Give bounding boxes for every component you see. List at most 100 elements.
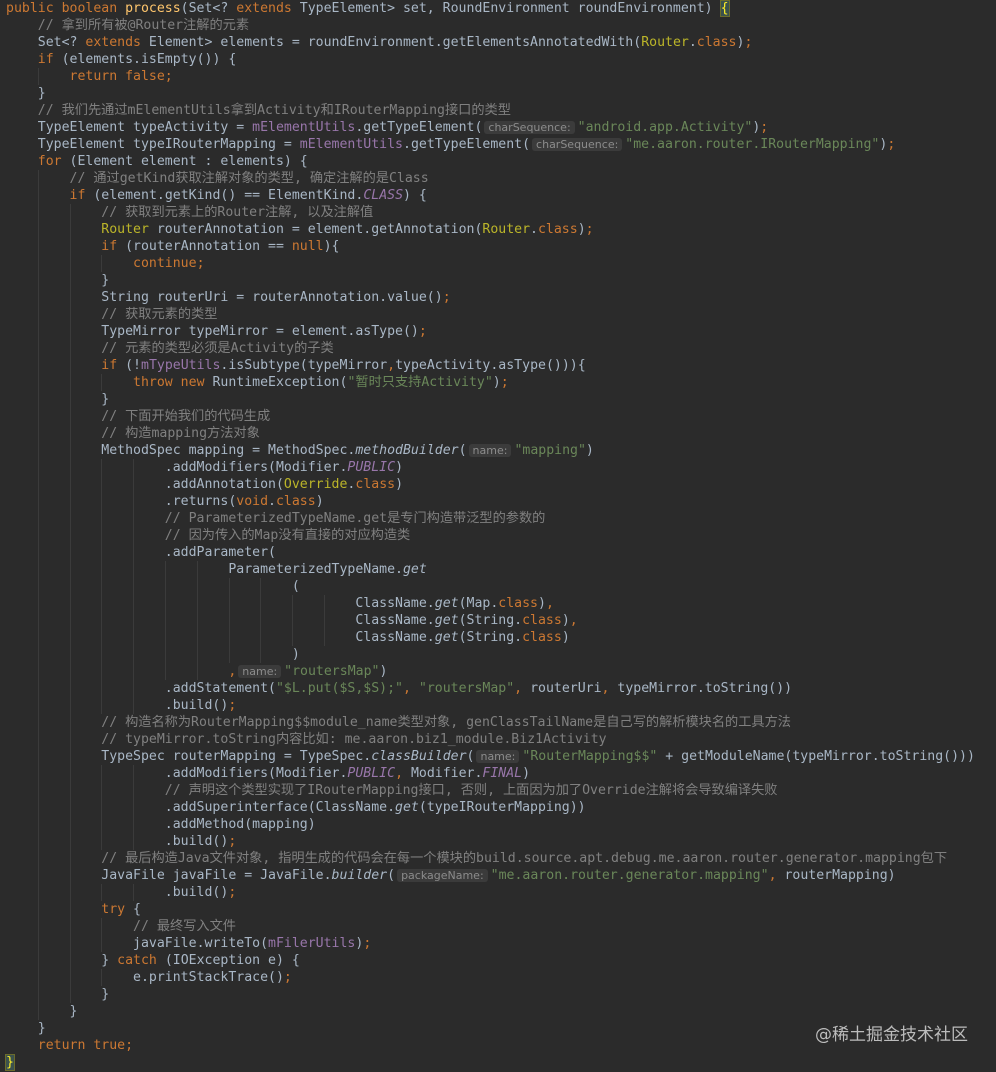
indent-guide xyxy=(101,833,103,850)
code-line[interactable]: return false; xyxy=(6,68,996,85)
code-line[interactable]: javaFile.writeTo(mFilerUtils); xyxy=(6,935,996,952)
code-token: ) xyxy=(492,375,501,390)
code-line[interactable]: TypeMirror typeMirror = element.asType()… xyxy=(6,323,996,340)
code-line[interactable]: .addStatement("$L.put($S,$S);", "routers… xyxy=(6,680,996,697)
code-line[interactable]: } xyxy=(6,391,996,408)
code-line[interactable]: ClassName.get(String.class) xyxy=(6,629,996,646)
code-line[interactable]: // 元素的类型必须是Activity的子类 xyxy=(6,340,996,357)
indent-guide xyxy=(69,289,71,306)
code-line[interactable]: // 最终写入文件 xyxy=(6,918,996,935)
indent-guide xyxy=(133,816,135,833)
code-line[interactable]: // ParameterizedTypeName.get是专门构造带泛型的参数的 xyxy=(6,510,996,527)
code-line[interactable]: throw new RuntimeException("暂时只支持Activit… xyxy=(6,374,996,391)
code-line[interactable]: if (routerAnnotation == null){ xyxy=(6,238,996,255)
code-line[interactable]: .build(); xyxy=(6,884,996,901)
code-line[interactable]: } xyxy=(5,1054,996,1071)
code-line[interactable]: if (!mTypeUtils.isSubtype(typeMirror,typ… xyxy=(6,357,996,374)
code-line[interactable]: // 最后构造Java文件对象, 指明生成的代码会在每一个模块的build.so… xyxy=(6,850,996,867)
code-line[interactable]: continue; xyxy=(6,255,996,272)
code-token: class xyxy=(275,494,316,509)
code-token: MethodSpec mapping = MethodSpec. xyxy=(101,443,356,458)
code-line[interactable]: for (Element element : elements) { xyxy=(6,153,996,170)
code-line[interactable]: public boolean process(Set<? extends Typ… xyxy=(6,0,996,17)
code-line[interactable]: TypeElement typeActivity = mElementUtils… xyxy=(6,119,996,136)
code-line[interactable]: } xyxy=(6,272,996,289)
code-line[interactable]: ClassName.get(String.class), xyxy=(6,612,996,629)
code-token: + getModuleName(typeMirror.toString())) xyxy=(657,749,975,764)
code-line[interactable]: .addSuperinterface(ClassName.get(typeIRo… xyxy=(6,799,996,816)
code-line[interactable]: Set<? extends Element> elements = roundE… xyxy=(6,34,996,51)
code-line[interactable]: // 因为传入的Map没有直接的对应构造类 xyxy=(6,527,996,544)
code-line[interactable]: ) xyxy=(6,646,996,663)
indent-guide xyxy=(69,544,71,561)
code-token: class xyxy=(498,596,538,611)
code-line[interactable]: } xyxy=(6,986,996,1003)
code-token: ){ xyxy=(323,239,340,254)
indent-guide xyxy=(101,510,103,527)
code-line[interactable]: String routerUri = routerAnnotation.valu… xyxy=(6,289,996,306)
code-line[interactable]: JavaFile javaFile = JavaFile.builder(pac… xyxy=(6,867,996,884)
code-line[interactable]: ( xyxy=(6,578,996,595)
code-line[interactable]: try { xyxy=(6,901,996,918)
indent-guide xyxy=(37,459,39,476)
code-line[interactable]: } catch (IOException e) { xyxy=(6,952,996,969)
code-token: try xyxy=(101,902,126,917)
code-line[interactable]: // 我们先通过mElementUtils拿到Activity和IRouterM… xyxy=(6,102,996,119)
code-line[interactable]: .build(); xyxy=(6,697,996,714)
code-line[interactable]: // 获取元素的类型 xyxy=(6,306,996,323)
code-line[interactable]: // 下面开始我们的代码生成 xyxy=(6,408,996,425)
code-token: , xyxy=(545,596,554,611)
code-line[interactable]: .build(); xyxy=(6,833,996,850)
code-line[interactable]: // typeMirror.toString内容比如: me.aaron.biz… xyxy=(6,731,996,748)
code-line[interactable]: Router routerAnnotation = element.getAnn… xyxy=(6,221,996,238)
code-line[interactable]: if (element.getKind() == ElementKind.CLA… xyxy=(6,187,996,204)
code-line[interactable]: if (elements.isEmpty()) { xyxy=(6,51,996,68)
code-token: ; xyxy=(500,375,509,390)
code-token: class xyxy=(522,613,562,628)
code-line[interactable]: TypeElement typeIRouterMapping = mElemen… xyxy=(6,136,996,153)
code-editor[interactable]: public boolean process(Set<? extends Typ… xyxy=(0,0,996,1072)
code-token: ) xyxy=(315,494,324,509)
code-token: methodBuilder xyxy=(355,443,459,458)
code-line[interactable]: .addModifiers(Modifier.PUBLIC, Modifier.… xyxy=(6,765,996,782)
indent-guide xyxy=(69,935,71,952)
code-line[interactable]: // 拿到所有被@Router注解的元素 xyxy=(6,17,996,34)
code-line[interactable]: } xyxy=(6,1003,996,1020)
indent-guide xyxy=(101,544,103,561)
code-line[interactable]: MethodSpec mapping = MethodSpec.methodBu… xyxy=(6,442,996,459)
indent-guide xyxy=(69,731,71,748)
code-line[interactable]: e.printStackTrace(); xyxy=(6,969,996,986)
code-line[interactable]: .addAnnotation(Override.class) xyxy=(6,476,996,493)
indent-guide xyxy=(37,408,39,425)
indent-guide xyxy=(196,578,198,595)
code-token: process xyxy=(125,1,181,16)
code-line[interactable]: // 声明这个类型实现了IRouterMapping接口, 否则, 上面因为加了… xyxy=(6,782,996,799)
code-line[interactable]: } xyxy=(6,85,996,102)
code-line[interactable]: ClassName.get(Map.class), xyxy=(6,595,996,612)
code-line[interactable]: // 构造名称为RouterMapping$$module_name类型对象, … xyxy=(6,714,996,731)
code-line[interactable]: // 获取到元素上的Router注解, 以及注解值 xyxy=(6,204,996,221)
code-area[interactable]: public boolean process(Set<? extends Typ… xyxy=(5,0,996,1071)
code-line[interactable]: , name: "routersMap") xyxy=(6,663,996,680)
indent-guide xyxy=(69,884,71,901)
indent-guide xyxy=(37,306,39,323)
indent-guide xyxy=(133,595,135,612)
code-token: ClassName. xyxy=(355,596,435,611)
code-line[interactable]: .addMethod(mapping) xyxy=(6,816,996,833)
code-line[interactable]: .addModifiers(Modifier.PUBLIC) xyxy=(6,459,996,476)
code-token: ; xyxy=(363,936,372,951)
indent-guide xyxy=(101,629,103,646)
code-token: "mapping" xyxy=(514,443,586,458)
indent-guide xyxy=(37,867,39,884)
code-line[interactable]: .returns(void.class) xyxy=(6,493,996,510)
code-line[interactable]: TypeSpec routerMapping = TypeSpec.classB… xyxy=(6,748,996,765)
code-line[interactable]: // 构造mapping方法对象 xyxy=(6,425,996,442)
code-line[interactable]: // 通过getKind获取注解对象的类型, 确定注解的是Class xyxy=(6,170,996,187)
code-line[interactable]: ParameterizedTypeName.get xyxy=(6,561,996,578)
code-line[interactable]: .addParameter( xyxy=(6,544,996,561)
code-token: } xyxy=(101,273,110,288)
